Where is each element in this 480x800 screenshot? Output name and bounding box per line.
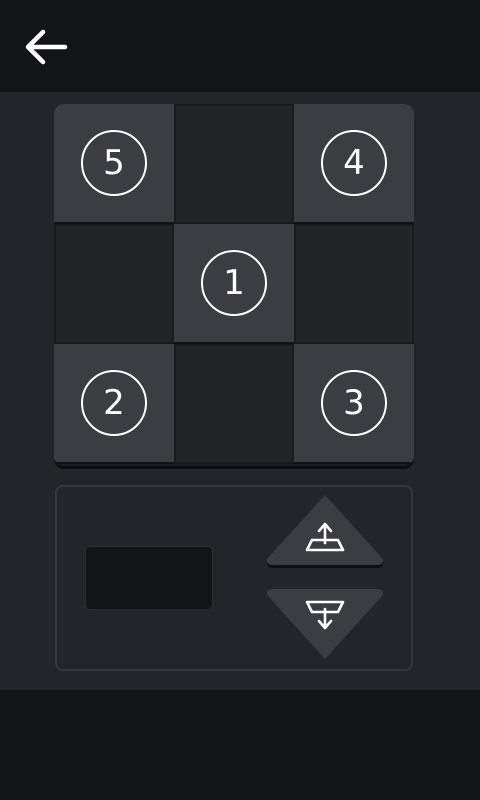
empty-tile <box>54 224 174 344</box>
empty-tile <box>294 224 414 344</box>
position-tile-3[interactable]: 3 <box>294 344 414 464</box>
empty-tile <box>174 104 294 224</box>
arrow-left-icon <box>25 29 68 65</box>
back-button[interactable] <box>18 22 74 72</box>
position-tile-5[interactable]: 5 <box>54 104 174 224</box>
position-tile-1[interactable]: 1 <box>174 224 294 344</box>
main-panel: 5 4 1 2 3 <box>0 92 480 690</box>
position-number: 2 <box>81 370 147 436</box>
value-display <box>85 546 213 610</box>
top-bar <box>0 0 480 92</box>
bottom-bar <box>0 690 480 800</box>
position-number: 1 <box>201 250 267 316</box>
position-tile-4[interactable]: 4 <box>294 104 414 224</box>
empty-tile <box>174 344 294 464</box>
position-number: 5 <box>81 130 147 196</box>
position-tile-2[interactable]: 2 <box>54 344 174 464</box>
position-grid: 5 4 1 2 3 <box>54 104 414 466</box>
control-panel <box>55 485 413 671</box>
position-number: 4 <box>321 130 387 196</box>
position-number: 3 <box>321 370 387 436</box>
move-down-button[interactable] <box>265 587 385 663</box>
move-up-button[interactable] <box>265 493 385 569</box>
